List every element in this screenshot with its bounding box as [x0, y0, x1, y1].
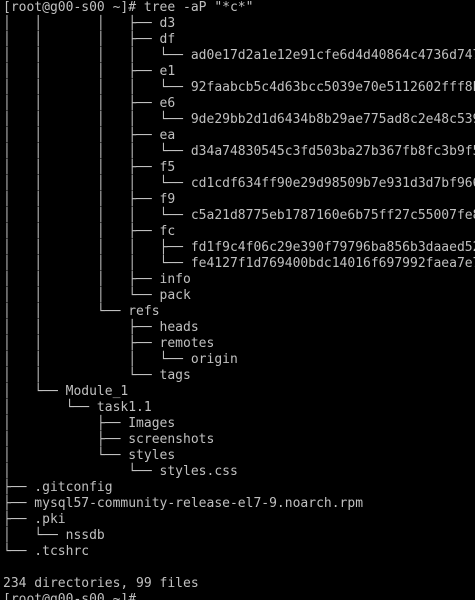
tree-line: │ │ │ ├── e6	[3, 96, 176, 111]
command-prompt-line: [root@g00-s00 ~]# tree -aP "*c*"	[3, 0, 254, 15]
tree-line: │ │ │ │ └── 9de29bb2d1d6434b8b29ae775ad8…	[3, 112, 475, 127]
tree-line: │ │ │ │ ├── fd1f9c4f06c29e390f79796ba856…	[3, 240, 475, 255]
tree-line: ├── .pki	[3, 512, 66, 527]
tree-line: │ └── nssdb	[3, 528, 105, 543]
tree-line: │ │ │ │ └── c5a21d8775eb1787160e6b75ff27…	[3, 208, 475, 223]
tree-line: ├── .gitconfig	[3, 480, 113, 495]
tree-line: │ │ │ │ └── cd1cdf634ff90e29d98509b7e931…	[3, 176, 475, 191]
tree-line: │ ├── Images	[3, 416, 176, 431]
tree-line: │ │ ├── heads	[3, 320, 199, 335]
tree-line: │ │ ├── remotes	[3, 336, 215, 351]
tree-line: │ │ │ └── pack	[3, 288, 191, 303]
tree-line: │ │ │ ├── info	[3, 272, 191, 287]
tree-line: │ │ │ │ └── ad0e17d2a1e12e91cfe6d4d40864…	[3, 48, 475, 63]
tree-line: │ └── task1.1	[3, 400, 152, 415]
summary-line: 234 directories, 99 files	[3, 576, 199, 591]
tree-line: └── .tcshrc	[3, 544, 90, 559]
tree-line: │ │ │ │ └── fe4127f1d769400bdc14016f6979…	[3, 256, 475, 271]
tree-line: ├── mysql57-community-release-el7-9.noar…	[3, 496, 364, 511]
command-prompt-line[interactable]: [root@g00-s00 ~]#	[3, 592, 144, 600]
tree-line: │ │ │ │ └── 92faabcb5c4d63bcc5039e70e511…	[3, 80, 475, 95]
tree-line: │ │ └── tags	[3, 368, 191, 383]
tree-line: │ │ │ └── origin	[3, 352, 238, 367]
tree-line: │ │ │ ├── d3	[3, 16, 176, 31]
tree-line: │ │ │ │ └── d34a74830545c3fd503ba27b367f…	[3, 144, 475, 159]
tree-line: │ │ │ ├── f5	[3, 160, 176, 175]
terminal-window[interactable]: [root@g00-s00 ~]# tree -aP "*c*" │ │ │ ├…	[0, 0, 475, 600]
tree-line: │ │ └── refs	[3, 304, 160, 319]
tree-line: │ ├── screenshots	[3, 432, 215, 447]
tree-line: │ └── Module_1	[3, 384, 129, 399]
tree-line: │ │ │ ├── ea	[3, 128, 176, 143]
tree-line: │ │ │ ├── df	[3, 32, 176, 47]
tree-line: │ │ │ ├── fc	[3, 224, 176, 239]
tree-line: │ │ │ ├── f9	[3, 192, 176, 207]
tree-line: │ │ │ ├── e1	[3, 64, 176, 79]
tree-line: │ └── styles.css	[3, 464, 238, 479]
tree-line: │ └── styles	[3, 448, 176, 463]
